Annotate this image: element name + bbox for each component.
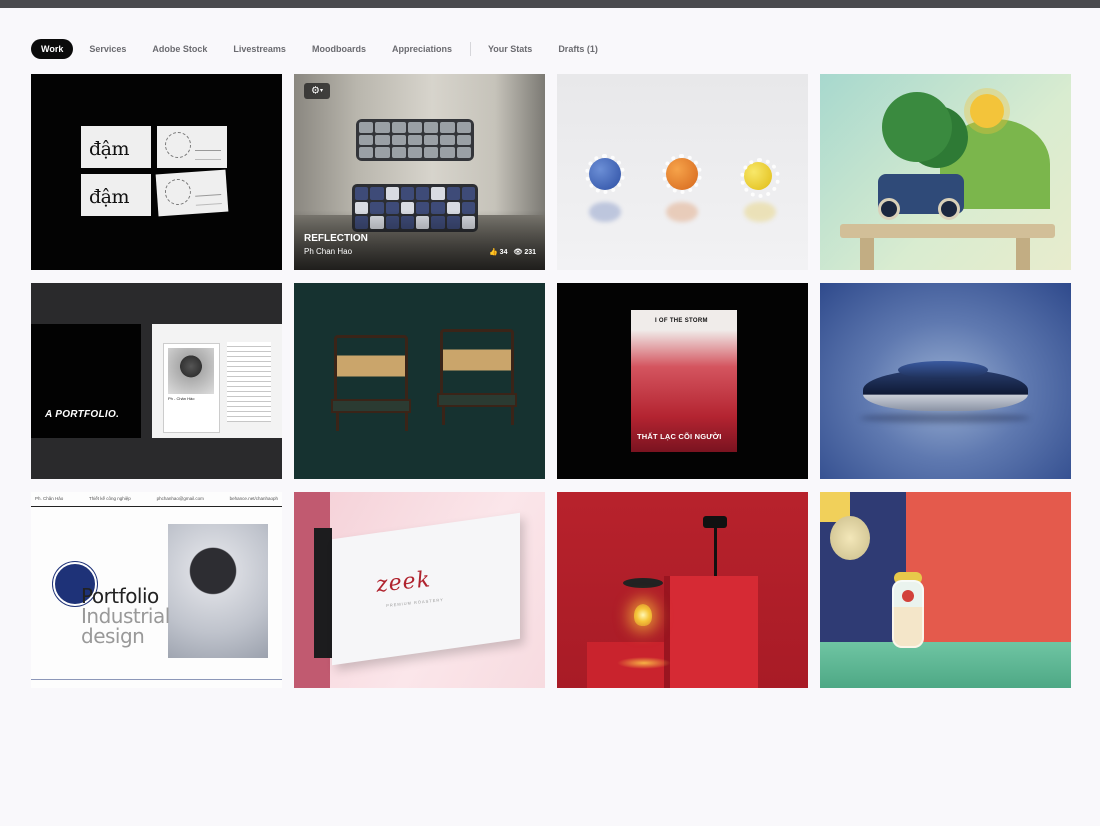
orange-ball (662, 154, 702, 194)
card-word: đậm (89, 138, 130, 160)
tab-work[interactable]: Work (31, 39, 74, 59)
tab-drafts[interactable]: Drafts (1) (548, 39, 608, 59)
card-word: đậm (89, 186, 130, 208)
reflection (666, 202, 698, 222)
green-stage (820, 642, 1071, 688)
project-stats: 👍 34 👁 231 (489, 248, 536, 256)
project-card-hovered[interactable]: ⚙▾ REFLECTION Ph Chan Hao 👍 34 👁 231 (294, 74, 545, 270)
page-header: Ph. Chân Hảo Thiết kế công nghiệp phchan… (31, 496, 282, 501)
views-stat: 👁 231 (513, 248, 536, 256)
project-owner[interactable]: Ph Chan Hao (304, 247, 352, 256)
reflection (744, 202, 776, 222)
profile-photo (168, 348, 214, 394)
card-circle (165, 132, 191, 158)
device-shadow (860, 413, 1030, 423)
title-line-3: design (81, 624, 145, 648)
sign-bracket (314, 528, 332, 658)
red-pedestal (670, 576, 758, 688)
tree (882, 92, 952, 162)
yellow-ball (740, 158, 780, 198)
header-email: phchanhao@gmail.com (156, 496, 204, 501)
tab-divider (469, 42, 471, 56)
header-name: Ph. Chân Hảo (35, 496, 64, 501)
poster-title: I OF THE STORM (655, 318, 708, 324)
profile-tabs: Work Services Adobe Stock Livestreams Mo… (31, 38, 614, 60)
cover-panel (31, 324, 141, 438)
project-card[interactable] (820, 74, 1071, 270)
project-card[interactable]: đậm đậm (31, 74, 282, 270)
project-card[interactable] (557, 492, 808, 688)
header-rule (31, 506, 282, 507)
coffee-filter (623, 578, 663, 588)
project-card[interactable]: zeek PREMIUM ROASTERY (294, 492, 545, 688)
business-card: đậm (81, 174, 151, 216)
wheel (878, 198, 900, 220)
tab-appreciations[interactable]: Appreciations (382, 39, 462, 59)
project-settings-button[interactable]: ⚙▾ (304, 83, 330, 99)
wheel (938, 198, 960, 220)
gear-icon: ⚙ (311, 85, 320, 97)
project-card[interactable] (820, 492, 1071, 688)
business-card-back (155, 169, 229, 217)
device-dome (898, 361, 988, 379)
project-card[interactable]: A PORTFOLIO. Ph - Chân Hảo (31, 283, 282, 479)
cabinet-top (356, 119, 474, 161)
card-circle (164, 178, 192, 206)
table-leg (860, 238, 874, 270)
tab-livestreams[interactable]: Livestreams (223, 39, 296, 59)
poster-caption: THẤT LẠC CÕI NGƯỜI (637, 432, 722, 441)
cover-text: A PORTFOLIO. (45, 409, 120, 420)
rose (902, 590, 914, 602)
light-bulb (634, 604, 652, 626)
profile-card: Ph - Chân Hảo (163, 343, 220, 433)
header-role: Thiết kế công nghiệp (89, 496, 131, 501)
likes-stat: 👍 34 (489, 248, 507, 256)
wooden-table (840, 224, 1055, 238)
cv-text-lines (227, 342, 271, 422)
business-card: đậm (81, 126, 151, 168)
project-title[interactable]: REFLECTION (304, 233, 368, 244)
eye-icon: 👁 (513, 249, 523, 256)
round-mirror (830, 516, 870, 560)
project-card[interactable]: I OF THE STORM THẤT LẠC CÕI NGƯỜI (557, 283, 808, 479)
card-lines (195, 150, 221, 160)
project-card[interactable]: Ph. Chân Hảo Thiết kế công nghiệp phchan… (31, 492, 282, 688)
project-card[interactable] (557, 74, 808, 270)
tab-services[interactable]: Services (79, 39, 136, 59)
reflection (589, 202, 621, 222)
profile-name: Ph - Chân Hảo (168, 396, 195, 401)
lamp-pole (714, 516, 717, 576)
tab-adobe-stock[interactable]: Adobe Stock (142, 39, 217, 59)
cv-page: Ph - Chân Hảo (152, 324, 282, 438)
portrait-photo (168, 524, 268, 658)
top-bar (0, 0, 1100, 8)
thumbs-up-icon: 👍 (489, 249, 498, 256)
project-card[interactable] (820, 283, 1071, 479)
chevron-down-icon: ▾ (319, 88, 323, 94)
tab-moodboards[interactable]: Moodboards (302, 39, 376, 59)
likes-count: 34 (499, 249, 508, 256)
light-glow (617, 657, 671, 669)
poster: I OF THE STORM THẤT LẠC CÕI NGƯỜI (631, 310, 737, 452)
project-card[interactable] (294, 283, 545, 479)
blue-ball (585, 154, 625, 194)
views-count: 231 (524, 249, 536, 256)
table-leg (1016, 238, 1030, 270)
business-card-back (157, 126, 227, 168)
sun (970, 94, 1004, 128)
header-link: behance.net/chanhaoph (229, 496, 278, 501)
footer-rule (31, 679, 282, 680)
card-lines (195, 193, 222, 206)
tab-your-stats[interactable]: Your Stats (478, 39, 542, 59)
